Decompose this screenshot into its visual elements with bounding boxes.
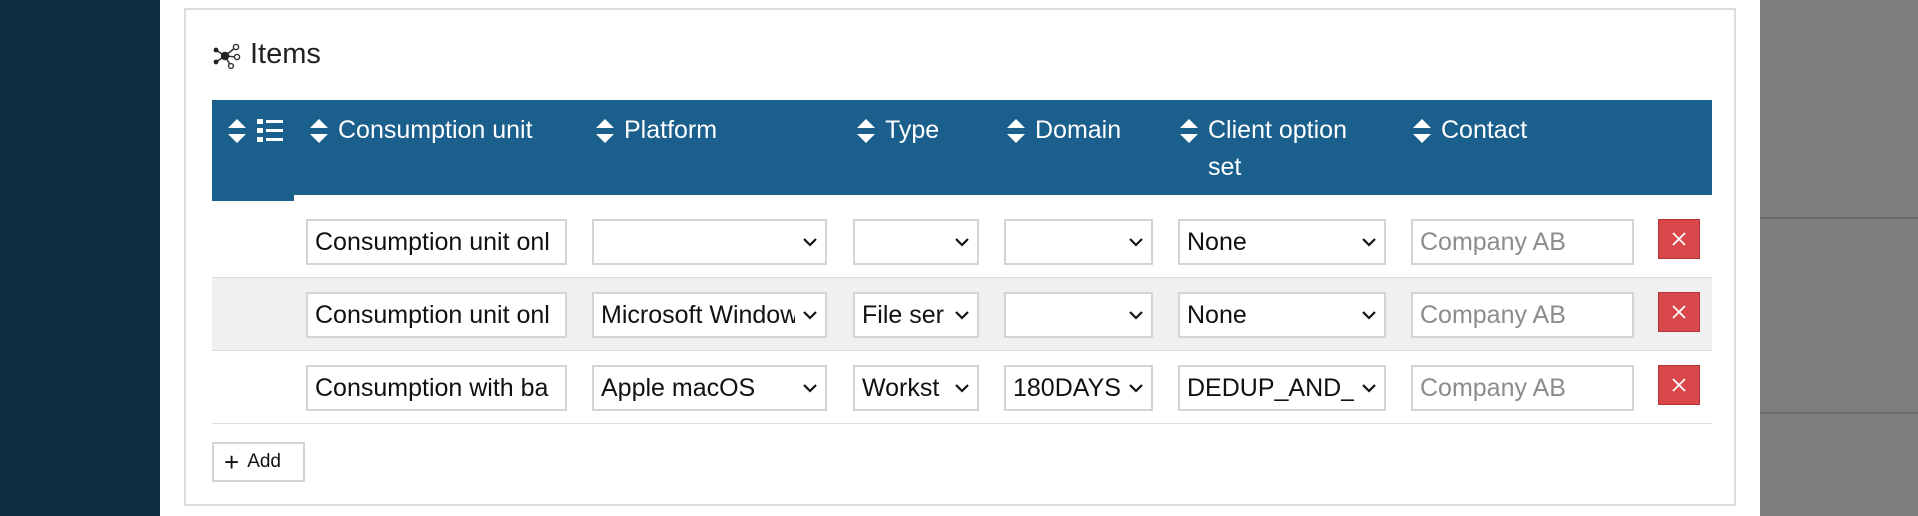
- column-header-contact[interactable]: Contact: [1411, 112, 1527, 149]
- client-option-set-select[interactable]: None: [1178, 219, 1386, 265]
- network-nodes-icon: [213, 43, 241, 69]
- table-row: Consumption unit onl None Company AB: [212, 205, 1712, 278]
- consumption-unit-input[interactable]: Consumption with ba: [306, 365, 567, 411]
- chevron-down-icon: [1121, 367, 1151, 409]
- contact-input[interactable]: Company AB: [1411, 292, 1634, 338]
- modal: Items Consumption unit Platform Type Dom…: [160, 0, 1760, 516]
- sort-icon: [1180, 119, 1198, 143]
- close-icon: [1672, 378, 1686, 392]
- sort-icon: [228, 119, 246, 143]
- consumption-unit-input[interactable]: Consumption unit onl: [306, 219, 567, 265]
- column-label: Client option set: [1208, 116, 1347, 181]
- type-select[interactable]: [853, 219, 979, 265]
- platform-select[interactable]: Apple macOS: [592, 365, 827, 411]
- domain-select[interactable]: 180DAYS: [1004, 365, 1153, 411]
- chevron-down-icon: [1354, 367, 1384, 409]
- close-icon: [1672, 232, 1686, 246]
- chevron-down-icon: [795, 367, 825, 409]
- domain-select[interactable]: [1004, 219, 1153, 265]
- close-icon: [1672, 305, 1686, 319]
- column-header-client-option-set[interactable]: Client option set: [1178, 112, 1378, 186]
- client-option-set-select[interactable]: None: [1178, 292, 1386, 338]
- table-row: Consumption unit onl Microsoft Window Fi…: [212, 278, 1712, 351]
- add-button-label: Add: [247, 451, 281, 472]
- section-title: Items: [250, 38, 321, 70]
- delete-row-button[interactable]: [1658, 365, 1700, 405]
- list-icon: [257, 119, 283, 142]
- column-header-domain[interactable]: Domain: [1005, 112, 1121, 149]
- column-selector[interactable]: [226, 112, 284, 146]
- contact-input[interactable]: Company AB: [1411, 365, 1634, 411]
- platform-select[interactable]: [592, 219, 827, 265]
- client-option-set-select[interactable]: DEDUP_AND_: [1178, 365, 1386, 411]
- chevron-down-icon: [947, 294, 977, 336]
- delete-row-button[interactable]: [1658, 219, 1700, 259]
- plus-icon: +: [224, 447, 240, 477]
- column-label: Platform: [624, 116, 718, 144]
- chevron-down-icon: [1121, 294, 1151, 336]
- right-backdrop: [1760, 0, 1918, 516]
- chevron-down-icon: [795, 221, 825, 263]
- header-underline: [212, 195, 294, 201]
- consumption-unit-input[interactable]: Consumption unit onl: [306, 292, 567, 338]
- sort-icon: [310, 119, 328, 143]
- column-label: Contact: [1441, 116, 1528, 144]
- sort-icon: [1413, 119, 1431, 143]
- table-row: Consumption with ba Apple macOS Workst 1…: [212, 351, 1712, 424]
- domain-select[interactable]: [1004, 292, 1153, 338]
- type-select[interactable]: File ser: [853, 292, 979, 338]
- chevron-down-icon: [947, 221, 977, 263]
- column-header-platform[interactable]: Platform: [594, 112, 717, 149]
- chevron-down-icon: [1354, 221, 1384, 263]
- column-label: Consumption unit: [338, 116, 533, 144]
- sort-icon: [857, 119, 875, 143]
- column-label: Type: [885, 116, 940, 144]
- left-backdrop: [0, 0, 160, 516]
- platform-select[interactable]: Microsoft Window: [592, 292, 827, 338]
- items-card: Items Consumption unit Platform Type Dom…: [184, 8, 1736, 506]
- add-button[interactable]: + Add: [212, 442, 305, 482]
- chevron-down-icon: [1121, 221, 1151, 263]
- column-header-type[interactable]: Type: [855, 112, 939, 149]
- delete-row-button[interactable]: [1658, 292, 1700, 332]
- chevron-down-icon: [795, 294, 825, 336]
- type-select[interactable]: Workst: [853, 365, 979, 411]
- contact-input[interactable]: Company AB: [1411, 219, 1634, 265]
- column-header-consumption-unit[interactable]: Consumption unit: [308, 112, 533, 149]
- chevron-down-icon: [947, 367, 977, 409]
- sort-icon: [1007, 119, 1025, 143]
- table-header: Consumption unit Platform Type Domain Cl…: [212, 100, 1712, 201]
- chevron-down-icon: [1354, 294, 1384, 336]
- sort-icon: [596, 119, 614, 143]
- section-header: Items: [212, 38, 321, 71]
- column-label: Domain: [1035, 116, 1122, 144]
